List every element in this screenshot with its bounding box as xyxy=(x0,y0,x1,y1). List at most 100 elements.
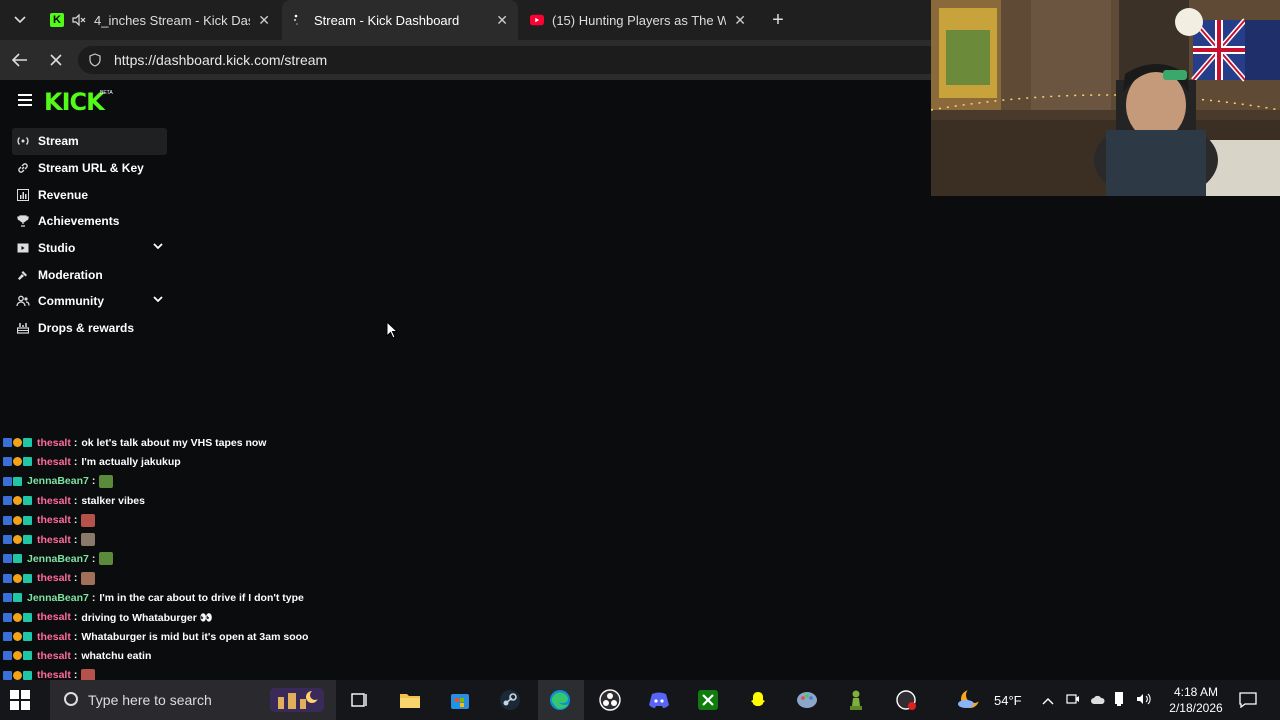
chat-text: driving to Whataburger 👀 xyxy=(81,611,213,624)
sidebar-item-community[interactable]: Community xyxy=(12,288,167,315)
chat-username[interactable]: JennaBean7 xyxy=(27,592,89,604)
chat-message: thesalt: xyxy=(3,511,96,530)
hamburger-menu-icon[interactable] xyxy=(18,94,32,106)
volume-icon[interactable] xyxy=(1136,693,1151,708)
kick-logo[interactable]: KICK xyxy=(44,88,105,116)
xbox-icon[interactable] xyxy=(696,688,720,712)
new-tab-plus-icon[interactable]: + xyxy=(766,8,790,32)
site-info-icon[interactable] xyxy=(88,53,102,67)
chat-separator: : xyxy=(73,436,78,449)
chat-separator: : xyxy=(73,611,78,624)
sidebar-item-moderation[interactable]: Moderation xyxy=(12,261,167,288)
badge-icon xyxy=(13,573,22,583)
chat-separator: : xyxy=(73,455,78,468)
badge-icon xyxy=(3,515,12,525)
youtube-favicon-icon xyxy=(530,13,544,27)
chat-username[interactable]: JennaBean7 xyxy=(27,553,89,565)
chat-overlay: thesalt: ok let's talk about my VHS tapes… xyxy=(0,414,600,720)
badge-icon xyxy=(13,535,22,544)
tab-close-icon[interactable]: ✕ xyxy=(258,12,270,29)
chat-separator: : xyxy=(91,591,96,604)
badge-icon xyxy=(13,632,22,641)
chat-message: thesalt: driving to Whataburger 👀 xyxy=(3,608,213,627)
chat-message: thesalt: xyxy=(3,569,96,588)
notifications-icon[interactable] xyxy=(1236,688,1260,712)
badge-icon xyxy=(3,612,12,622)
chat-emote-image xyxy=(81,571,96,585)
obs-recording-icon[interactable] xyxy=(894,688,918,712)
chat-separator: : xyxy=(91,475,96,488)
badge-icon xyxy=(3,457,12,467)
badge-icon xyxy=(3,573,12,583)
tab-close-icon[interactable]: ✕ xyxy=(734,12,746,29)
sidebar-item-stream[interactable]: Stream xyxy=(12,128,167,155)
chat-username[interactable]: thesalt xyxy=(37,631,71,643)
chat-username[interactable]: thesalt xyxy=(37,534,71,546)
sidebar-item-achievements[interactable]: Achievements xyxy=(12,208,167,235)
chevron-down-icon[interactable] xyxy=(153,295,163,306)
search-highlight-image[interactable] xyxy=(270,688,324,712)
file-explorer-icon[interactable] xyxy=(398,688,422,712)
chat-username[interactable]: thesalt xyxy=(37,650,71,662)
tab-close-icon[interactable]: ✕ xyxy=(496,12,508,29)
browser-tab-kick-stream[interactable]: K 4_inches Stream - Kick Dashb ✕ xyxy=(40,0,280,40)
chat-text: Whataburger is mid but it's open at 3am … xyxy=(81,630,309,643)
onedrive-cloud-icon[interactable] xyxy=(1090,693,1106,708)
dashboard-sidebar: Stream Stream URL & Key Revenue Achievem… xyxy=(12,128,167,342)
sidebar-item-label: Revenue xyxy=(38,187,89,202)
browser-tab-kick-dashboard[interactable]: Stream - Kick Dashboard ✕ xyxy=(282,0,518,40)
task-view-icon[interactable] xyxy=(348,688,372,712)
meet-now-icon[interactable] xyxy=(1066,693,1080,708)
badge-icon xyxy=(3,438,12,447)
sidebar-item-studio[interactable]: Studio xyxy=(12,235,167,262)
user-badges xyxy=(3,670,33,680)
chat-username[interactable]: JennaBean7 xyxy=(27,475,89,487)
chat-username[interactable]: thesalt xyxy=(37,572,71,584)
people-icon xyxy=(16,294,30,308)
tab-list-chevron-icon[interactable] xyxy=(8,8,32,32)
browser-tab-youtube[interactable]: (15) Hunting Players as The White ✕ xyxy=(520,0,756,40)
chat-username[interactable]: thesalt xyxy=(37,514,71,526)
tray-overflow-chevron-icon[interactable] xyxy=(1042,693,1056,708)
badge-icon xyxy=(13,457,22,467)
steam-icon[interactable] xyxy=(498,688,522,712)
sidebar-item-label: Drops & rewards xyxy=(38,321,135,336)
user-badges xyxy=(3,535,33,544)
discord-icon[interactable] xyxy=(647,688,671,712)
webcam-overlay xyxy=(931,0,1280,196)
chat-username[interactable]: thesalt xyxy=(37,456,71,468)
badge-icon xyxy=(13,496,22,506)
badge-icon xyxy=(13,515,22,525)
usb-drive-icon[interactable] xyxy=(1114,691,1126,709)
microsoft-store-icon[interactable] xyxy=(448,688,472,712)
sidebar-item-drops-rewards[interactable]: Drops & rewards xyxy=(12,315,167,342)
sidebar-item-revenue[interactable]: Revenue xyxy=(12,181,167,208)
sidebar-item-stream-url-key[interactable]: Stream URL & Key xyxy=(12,155,167,182)
broadcast-icon xyxy=(16,134,30,148)
weather-temperature: 54°F xyxy=(994,692,1022,708)
edge-browser-icon[interactable] xyxy=(548,688,572,712)
obs-studio-icon[interactable] xyxy=(598,688,622,712)
user-badges xyxy=(3,573,33,583)
chat-message: JennaBean7: xyxy=(3,472,114,491)
chat-username[interactable]: thesalt xyxy=(37,495,71,507)
chess-pawn-icon[interactable] xyxy=(844,688,868,712)
back-arrow-icon[interactable] xyxy=(8,48,32,72)
chat-username[interactable]: thesalt xyxy=(37,437,71,449)
sidebar-item-label: Achievements xyxy=(38,214,120,229)
user-badges xyxy=(3,457,33,467)
snapchat-icon[interactable] xyxy=(746,688,770,712)
badge-icon xyxy=(13,612,22,622)
chevron-down-icon[interactable] xyxy=(153,242,163,253)
user-badges xyxy=(3,612,33,622)
weather-moon-icon xyxy=(958,686,982,713)
muted-speaker-icon[interactable] xyxy=(72,13,86,27)
weather-widget[interactable]: 54°F xyxy=(958,680,1022,720)
paint-app-icon[interactable] xyxy=(795,688,819,712)
user-badges xyxy=(3,496,33,506)
kick-favicon-icon: K xyxy=(50,13,64,27)
windows-start-icon[interactable] xyxy=(10,690,30,710)
chat-username[interactable]: thesalt xyxy=(37,611,71,623)
taskbar-clock[interactable]: 4:18 AM 2/18/2026 xyxy=(1160,684,1232,716)
stop-loading-x-icon[interactable] xyxy=(44,48,68,72)
